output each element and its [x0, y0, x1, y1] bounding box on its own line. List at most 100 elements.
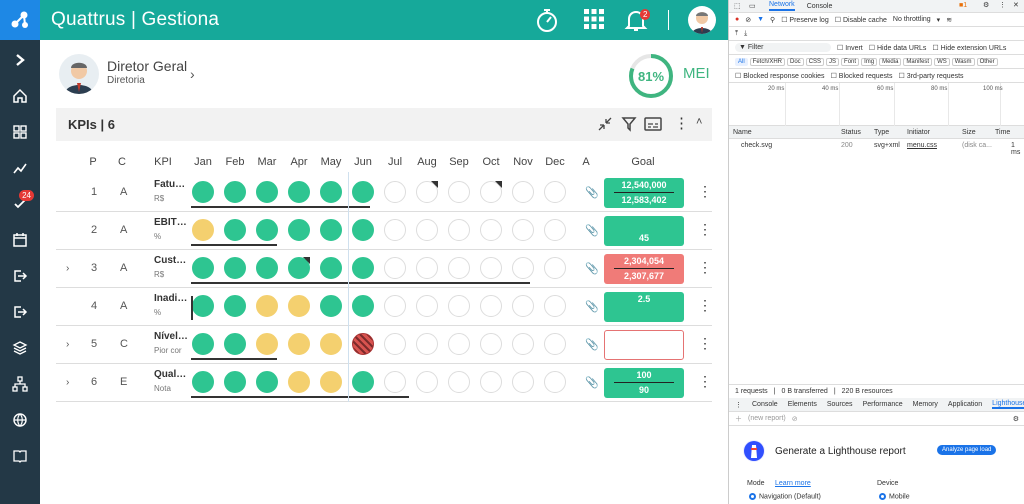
month-status-circle[interactable] — [352, 181, 374, 203]
month-status-circle[interactable] — [480, 295, 502, 317]
learn-more-link[interactable]: Learn more — [775, 480, 811, 487]
inspect-icon[interactable]: ⬚ — [734, 2, 741, 10]
month-status-circle[interactable] — [224, 295, 246, 317]
month-status-circle[interactable] — [192, 371, 214, 393]
month-status-circle[interactable] — [544, 333, 566, 355]
goal-box[interactable]: 2.5 — [604, 292, 684, 322]
month-status-circle[interactable] — [256, 371, 278, 393]
month-status-circle[interactable] — [384, 333, 406, 355]
month-status-circle[interactable] — [288, 295, 310, 317]
upload-icon[interactable]: ⤒ — [735, 30, 738, 38]
user-avatar[interactable] — [688, 6, 716, 34]
tasks-icon[interactable]: 24 — [0, 186, 40, 222]
type-filter-chip[interactable]: Font — [841, 57, 860, 66]
month-status-circle[interactable] — [352, 295, 374, 317]
month-status-circle[interactable] — [384, 371, 406, 393]
blocked-cookies-checkbox[interactable]: ☐ Blocked response cookies — [735, 72, 825, 80]
network-row[interactable]: check.svg 200 svg+xml menu.css (disk ca.… — [729, 139, 1024, 156]
col-status[interactable]: Status — [841, 129, 861, 136]
dropdown-icon[interactable]: ▾ — [937, 16, 941, 24]
month-status-circle[interactable] — [512, 371, 534, 393]
month-status-circle[interactable] — [448, 219, 470, 241]
tab-console[interactable]: Console — [807, 3, 833, 10]
month-status-circle[interactable] — [256, 181, 278, 203]
month-status-circle[interactable] — [448, 181, 470, 203]
attachment-icon[interactable]: 📎 — [585, 224, 599, 237]
month-status-circle[interactable] — [512, 219, 534, 241]
preserve-log-checkbox[interactable]: ☐ Preserve log — [781, 16, 829, 24]
month-status-circle[interactable] — [416, 333, 438, 355]
table-row[interactable]: 1 A Fatur… R$ 📎 12,540,000 12,583,402 ⋮ — [56, 174, 712, 212]
month-status-circle[interactable] — [288, 181, 310, 203]
expand-row-icon[interactable]: › — [66, 339, 69, 350]
month-status-circle[interactable] — [352, 371, 374, 393]
more-vert-icon[interactable]: ⋮ — [698, 335, 712, 352]
type-filter-chip[interactable]: JS — [826, 57, 840, 66]
month-status-circle[interactable] — [192, 181, 214, 203]
attachment-icon[interactable]: 📎 — [585, 262, 599, 275]
month-status-circle[interactable] — [416, 257, 438, 279]
network-timeline[interactable]: 20 ms 40 ms 60 ms 80 ms 100 ms — [729, 83, 1024, 126]
month-status-circle[interactable] — [544, 181, 566, 203]
month-status-circle[interactable] — [480, 371, 502, 393]
dashboard-icon[interactable] — [0, 114, 40, 150]
month-status-circle[interactable] — [352, 219, 374, 241]
col-initiator[interactable]: Initiator — [907, 129, 930, 136]
type-filter-chip[interactable]: Fetch/XHR — [749, 57, 786, 66]
record-icon[interactable]: ● — [735, 16, 739, 23]
col-time[interactable]: Time — [995, 129, 1010, 136]
more-vert-icon[interactable]: ⋮ — [674, 114, 689, 132]
clear-icon[interactable]: ⊘ — [792, 415, 798, 423]
month-status-circle[interactable] — [224, 219, 246, 241]
expand-row-icon[interactable]: › — [66, 263, 69, 274]
table-row[interactable]: 2 A EBITDA% 📎 45 ⋮ — [56, 212, 712, 250]
clear-icon[interactable]: ⊘ — [745, 16, 751, 24]
filter-icon[interactable]: ▼ — [757, 16, 764, 23]
month-status-circle[interactable] — [320, 295, 342, 317]
col-name[interactable]: Name — [733, 129, 752, 136]
more-vert-icon[interactable]: ⋮ — [698, 259, 712, 276]
month-status-circle[interactable] — [384, 181, 406, 203]
col-size[interactable]: Size — [962, 129, 976, 136]
drawer-tab[interactable]: Memory — [913, 401, 938, 408]
month-status-circle[interactable] — [544, 371, 566, 393]
month-status-circle[interactable] — [320, 257, 342, 279]
chevron-right-icon[interactable]: › — [190, 66, 195, 82]
month-status-circle[interactable] — [480, 181, 502, 203]
kpi-name[interactable]: EBITDA — [154, 217, 188, 228]
table-row[interactable]: › 5 C Nível … Pior cor 📎 ⋮ — [56, 326, 712, 364]
search-icon[interactable]: ⚲ — [770, 16, 775, 24]
month-status-circle[interactable] — [544, 257, 566, 279]
month-status-circle[interactable] — [512, 333, 534, 355]
month-status-circle[interactable] — [544, 295, 566, 317]
month-status-circle[interactable] — [448, 333, 470, 355]
month-status-circle[interactable] — [352, 257, 374, 279]
more-vert-icon[interactable]: ⋮ — [698, 297, 712, 314]
more-vert-icon[interactable]: ⋮ — [698, 373, 712, 390]
month-status-circle[interactable] — [448, 295, 470, 317]
month-status-circle[interactable] — [480, 219, 502, 241]
hide-data-urls-checkbox[interactable]: ☐ Hide data URLs — [869, 44, 927, 52]
month-status-circle[interactable] — [256, 295, 278, 317]
type-filter-chip[interactable]: Media — [879, 57, 902, 66]
logout-icon[interactable] — [0, 294, 40, 330]
blocked-requests-checkbox[interactable]: ☐ Blocked requests — [831, 72, 893, 80]
expand-sidebar-icon[interactable] — [0, 42, 40, 78]
col-type[interactable]: Type — [874, 129, 889, 136]
drawer-tab[interactable]: Application — [948, 401, 982, 408]
export-icon[interactable] — [0, 258, 40, 294]
home-icon[interactable] — [0, 78, 40, 114]
month-status-circle[interactable] — [288, 219, 310, 241]
kpi-name[interactable]: Fatur… — [154, 179, 188, 190]
third-party-checkbox[interactable]: ☐ 3rd-party requests — [899, 72, 964, 80]
month-status-circle[interactable] — [512, 181, 534, 203]
invert-checkbox[interactable]: ☐ Invert — [837, 44, 863, 52]
month-status-circle[interactable] — [416, 295, 438, 317]
type-filter-chip[interactable]: Manifest — [903, 57, 933, 66]
goal-box[interactable]: 100 90 — [604, 368, 684, 398]
kpi-name[interactable]: Quali… — [154, 369, 188, 380]
goal-box[interactable] — [604, 330, 684, 360]
month-status-circle[interactable] — [480, 333, 502, 355]
attachment-icon[interactable]: 📎 — [585, 376, 599, 389]
kpi-name[interactable]: Custo… — [154, 255, 188, 266]
